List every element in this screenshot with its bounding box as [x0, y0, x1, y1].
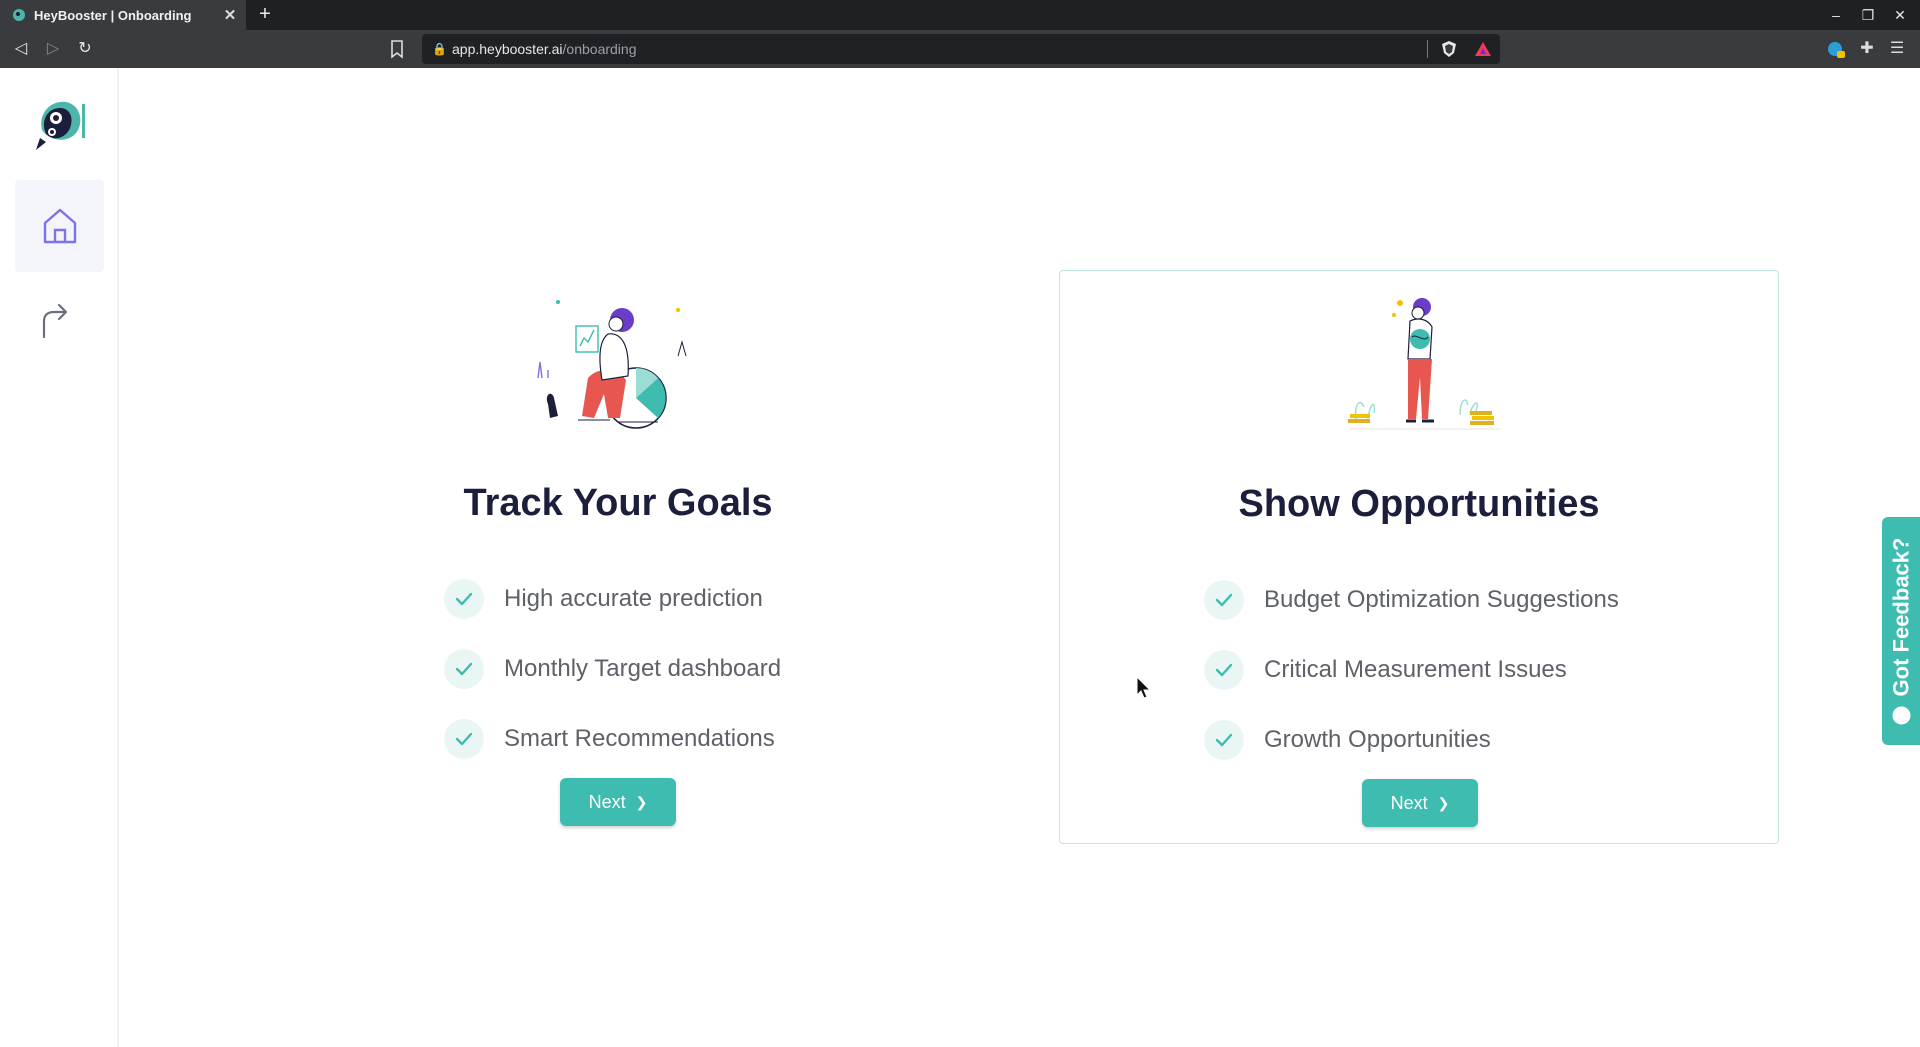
next-button-opportunities[interactable]: Next ❯ [1362, 779, 1478, 827]
sidebar-item-share[interactable] [36, 300, 72, 340]
address-bar[interactable]: 🔒 app.heybooster.ai/onboarding [422, 34, 1500, 64]
next-button-goals[interactable]: Next ❯ [560, 778, 676, 826]
reload-icon[interactable]: ↻ [74, 38, 96, 60]
check-icon [1204, 720, 1244, 760]
feature-item: Monthly Target dashboard [444, 634, 781, 704]
woman-analyzing-chart-illustration [537, 300, 687, 429]
feedback-tab[interactable]: Got Feedback? [1882, 517, 1920, 745]
onboarding-card-opportunities[interactable]: Show Opportunities Budget Optimization S… [1059, 270, 1779, 844]
window-close-icon[interactable]: ✕ [1884, 0, 1916, 30]
feature-label: Critical Measurement Issues [1264, 656, 1567, 683]
browser-toolbar: ◁ ▷ ↻ 🔒 app.heybooster.ai/onboarding ✚ ☰ [0, 30, 1920, 68]
feature-label: Budget Optimization Suggestions [1264, 586, 1619, 613]
menu-icon[interactable]: ☰ [1886, 38, 1908, 60]
tab-title: HeyBooster | Onboarding [34, 7, 192, 23]
new-tab-icon[interactable]: + [254, 3, 276, 25]
share-icon [42, 303, 68, 339]
heybooster-logo[interactable] [32, 94, 88, 152]
feedback-label: Got Feedback? [1888, 537, 1914, 697]
feature-label: Smart Recommendations [504, 725, 775, 752]
feature-item: Growth Opportunities [1204, 705, 1619, 775]
feature-label: Monthly Target dashboard [504, 655, 782, 682]
check-icon [444, 719, 484, 759]
next-button-label: Next [1390, 792, 1428, 813]
feature-item: High accurate prediction [444, 564, 781, 634]
brave-shield-icon[interactable] [1440, 40, 1458, 58]
extensions-puzzle-icon[interactable]: ✚ [1856, 38, 1878, 60]
wallet-extension-icon[interactable] [1825, 38, 1847, 60]
app-root: Track Your Goals High accurate predictio… [0, 68, 1920, 1047]
home-icon [43, 208, 76, 244]
feature-label: High accurate prediction [504, 585, 763, 612]
onboarding-card-goals[interactable]: Track Your Goals High accurate predictio… [258, 270, 978, 844]
chevron-right-icon: ❯ [635, 793, 648, 810]
feedback-label-wrap: Got Feedback? [1888, 538, 1914, 725]
browser-tabbar: HeyBooster | Onboarding ✕ + – ❐ ✕ [0, 0, 1920, 30]
brave-rewards-icon[interactable] [1474, 40, 1492, 58]
sidebar [0, 68, 119, 1047]
check-icon [444, 579, 484, 619]
bookmark-icon[interactable] [388, 38, 406, 60]
sidebar-item-home[interactable] [15, 180, 104, 272]
url-path: /onboarding [562, 41, 637, 57]
mouse-cursor-icon [1136, 676, 1152, 699]
check-icon [1204, 650, 1244, 690]
browser-tab[interactable]: HeyBooster | Onboarding ✕ [0, 0, 246, 30]
heybooster-favicon-icon [13, 9, 25, 21]
card-title: Track Your Goals [463, 482, 773, 524]
minimize-icon[interactable]: – [1820, 0, 1852, 30]
feature-list: High accurate prediction Monthly Target … [444, 564, 781, 774]
back-icon[interactable]: ◁ [10, 38, 32, 60]
forward-icon[interactable]: ▷ [42, 38, 64, 60]
feature-list: Budget Optimization Suggestions Critical… [1204, 565, 1619, 775]
feature-item: Budget Optimization Suggestions [1204, 565, 1619, 635]
url-separator [1427, 40, 1428, 58]
feature-item: Smart Recommendations [444, 704, 781, 774]
lock-icon: 🔒 [432, 42, 447, 56]
next-button-label: Next [588, 791, 626, 812]
tab-close-icon[interactable]: ✕ [220, 6, 240, 24]
check-icon [444, 649, 484, 689]
restore-icon[interactable]: ❐ [1852, 0, 1884, 30]
check-icon [1204, 580, 1244, 620]
chat-bubble-icon [1892, 706, 1911, 725]
card-title: Show Opportunities [1238, 483, 1600, 525]
woman-holding-globe-illustration [1348, 298, 1500, 430]
url-host: app.heybooster.ai [452, 41, 563, 57]
chevron-right-icon: ❯ [1437, 794, 1450, 811]
feature-label: Growth Opportunities [1264, 726, 1491, 753]
feature-item: Critical Measurement Issues [1204, 635, 1619, 705]
